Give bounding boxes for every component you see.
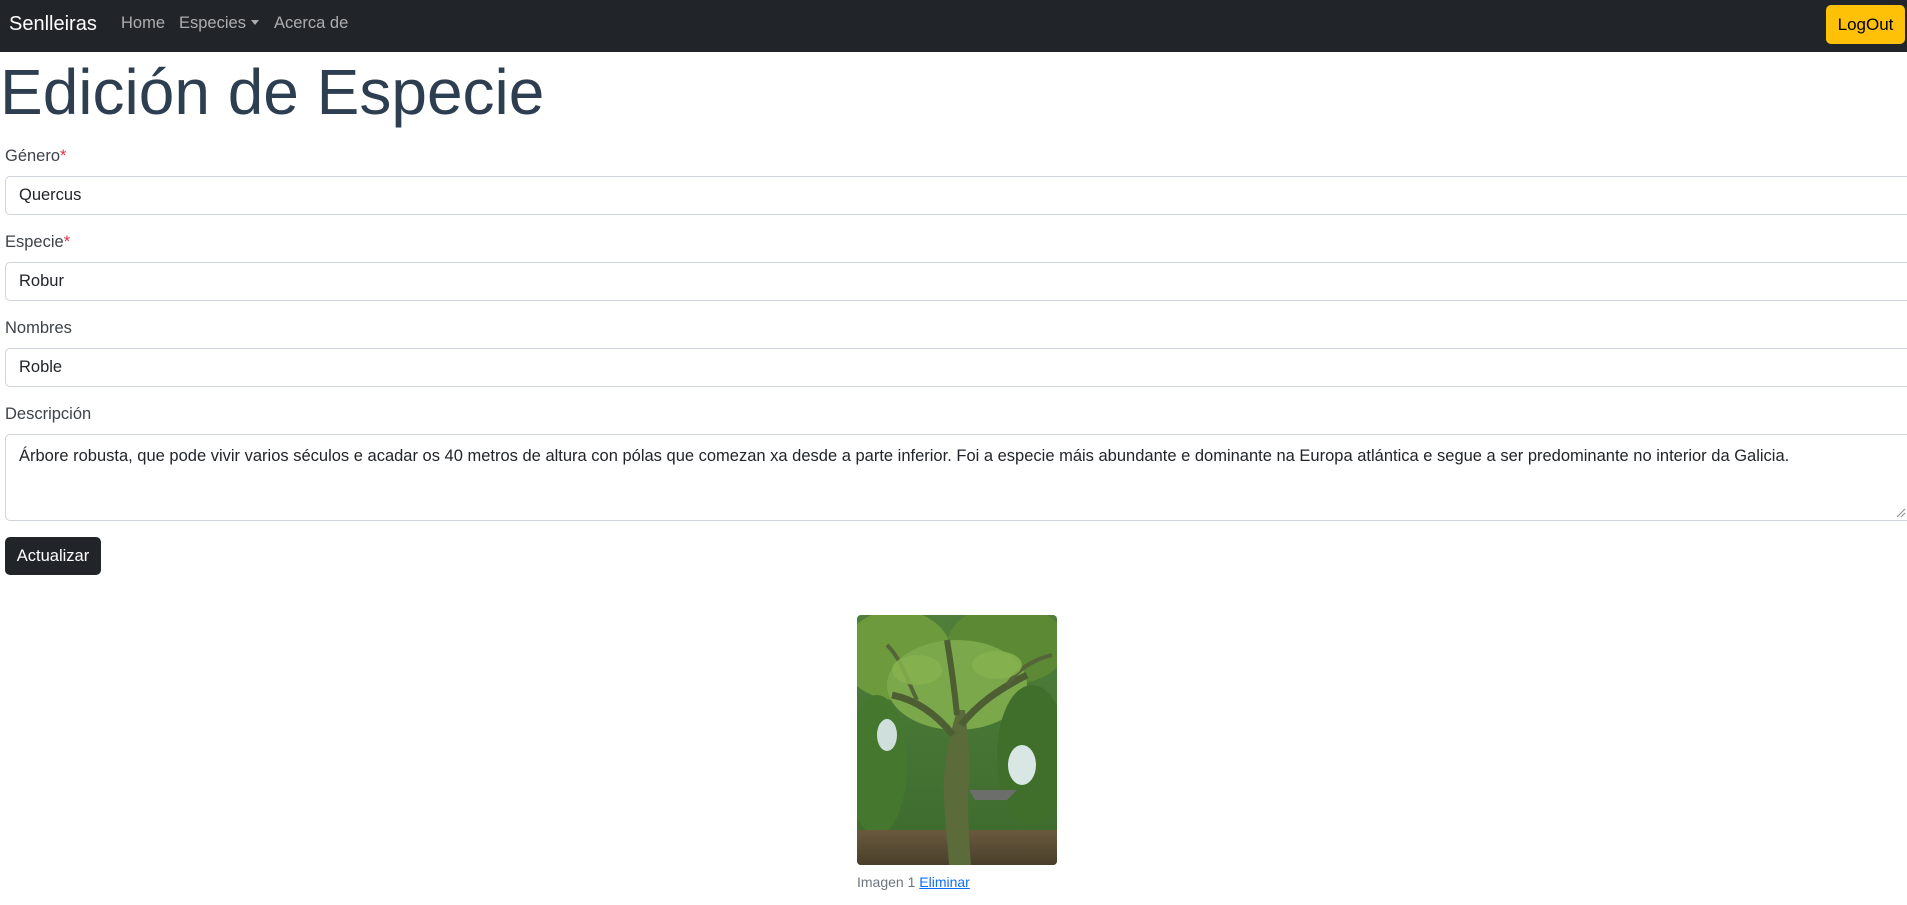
required-mark: * — [60, 147, 67, 165]
especie-label: Especie* — [5, 233, 70, 252]
descripcion-textarea[interactable]: Árbore robusta, que pode vivir varios sé… — [5, 434, 1907, 521]
navbar: Senlleiras Home Especies Acerca de LogOu… — [0, 0, 1907, 52]
tree-photo-image — [857, 615, 1057, 865]
genero-label-text: Género — [5, 147, 61, 165]
especie-input[interactable] — [5, 262, 1907, 301]
caret-down-icon — [250, 20, 259, 25]
image-caption: Imagen 1 Eliminar — [857, 874, 970, 890]
image-caption-text: Imagen 1 — [857, 874, 916, 890]
required-mark: * — [63, 233, 71, 251]
descripcion-label: Descripción — [5, 405, 92, 423]
nombres-input[interactable] — [5, 348, 1907, 387]
nav-acerca-link[interactable]: Acerca de — [274, 14, 348, 33]
logout-button[interactable]: LogOut — [1826, 5, 1905, 44]
resize-grip-icon[interactable] — [1896, 508, 1906, 518]
eliminar-image-link[interactable]: Eliminar — [919, 874, 970, 890]
brand-link[interactable]: Senlleiras — [9, 13, 97, 36]
genero-label: Género* — [5, 147, 66, 166]
nav-especies-label: Especies — [179, 14, 246, 32]
especie-label-text: Especie — [5, 233, 64, 251]
page-title: Edición de Especie — [0, 56, 545, 128]
nombres-label: Nombres — [5, 319, 72, 337]
nav-especies-dropdown[interactable]: Especies — [179, 14, 259, 33]
genero-input[interactable] — [5, 176, 1907, 215]
actualizar-button[interactable]: Actualizar — [5, 537, 101, 575]
nav-home-link[interactable]: Home — [121, 14, 165, 33]
species-photo — [857, 615, 1057, 865]
